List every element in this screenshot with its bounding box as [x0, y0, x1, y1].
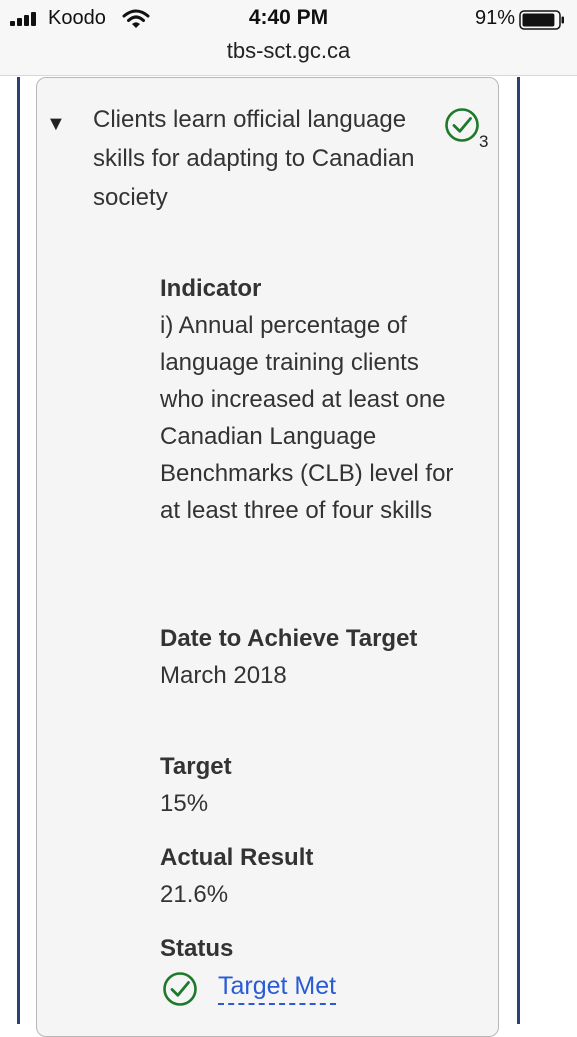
- status-bar: Koodo 4:40 PM 91%: [0, 0, 577, 36]
- indicator-label: Indicator: [160, 275, 262, 302]
- date-block: Date to Achieve Target March 2018: [160, 620, 460, 694]
- indicator-count: 3: [479, 132, 489, 151]
- indicator-text: i) Annual percentage of language trainin…: [160, 312, 454, 524]
- expand-toggle-icon[interactable]: ▼: [46, 113, 66, 136]
- battery-icon: [519, 10, 564, 30]
- target-value: 15%: [160, 790, 209, 817]
- status-link-target-met[interactable]: Target Met: [218, 969, 337, 1005]
- target-label: Target: [160, 753, 232, 780]
- actual-result-value: 21.6%: [160, 881, 229, 908]
- status-label: Status: [160, 935, 234, 962]
- actual-result-label: Actual Result: [160, 844, 314, 871]
- address-bar[interactable]: tbs-sct.gc.ca: [0, 38, 577, 64]
- indicator-block: Indicator i) Annual percentage of langua…: [160, 270, 460, 529]
- right-border-rail: [517, 77, 520, 1024]
- check-circle-icon: [445, 108, 479, 142]
- target-block: Target 15%: [160, 748, 460, 822]
- battery-percent: 91%: [474, 7, 515, 29]
- status-block: Status Target Met: [160, 930, 460, 1007]
- page-content: ▼ Clients learn official language skills…: [0, 77, 577, 1037]
- status-row: Target Met: [160, 967, 460, 1007]
- actual-result-block: Actual Result 21.6%: [160, 839, 460, 913]
- check-circle-icon: [163, 972, 197, 1006]
- date-label: Date to Achieve Target: [160, 625, 418, 652]
- result-title[interactable]: Clients learn official language skills f…: [93, 100, 438, 217]
- browser-chrome: Koodo 4:40 PM 91% tbs-sct.gc.ca: [0, 0, 577, 76]
- date-value: March 2018: [160, 662, 287, 689]
- left-border-rail: [17, 77, 20, 1024]
